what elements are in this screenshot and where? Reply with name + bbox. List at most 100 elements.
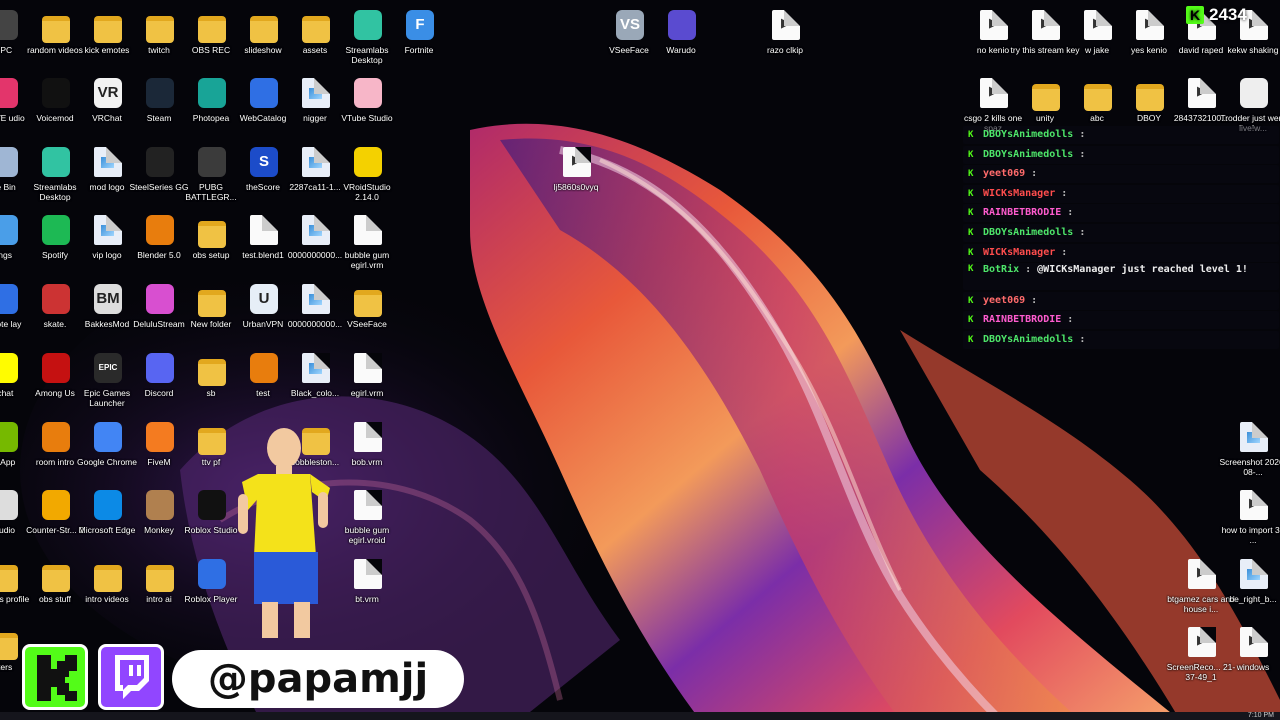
taskbar-clock[interactable]: 7:10 PM [1248,712,1274,720]
app-icon [146,215,174,245]
chat-message: K DBOYsAnimedolls: [963,126,1279,144]
folder-icon [302,16,330,43]
app-icon [354,10,382,40]
app-icon [146,78,174,108]
desktop-icon[interactable]: VTube Studio [334,74,400,140]
desktop-icon-label: VTube Studio [341,113,393,123]
folder-icon [42,16,70,43]
chat-separator: : [1079,148,1086,160]
file-icon [354,490,382,520]
app-icon [250,78,278,108]
desktop-icon-label: bubble gum egirl.vroid [344,525,390,545]
folder-icon [198,290,226,317]
taskbar[interactable]: 7:10 PM [0,712,1280,720]
chat-message: K DBOYsAnimedolls: [963,223,1279,242]
folder-icon [94,565,122,592]
file-icon [354,422,382,452]
folder-icon [198,221,226,248]
chat-separator: : [1025,264,1032,276]
folder-icon [0,633,18,660]
app-icon [146,147,174,177]
chat-separator: : [1061,187,1068,199]
desktop-icon[interactable]: Roblox Studio [178,486,244,552]
social-handle-text: @papamjj [207,656,429,702]
chat-username: DBOYsAnimedolls [983,148,1074,160]
desktop-icon-label: Warudo [666,45,696,55]
app-icon [146,490,174,520]
desktop-icon[interactable]: razo clkip [752,6,818,72]
folder-icon [1032,84,1060,111]
desktop-icon[interactable]: egirl.vrm [334,349,400,415]
chat-message: K WICKsManager: [963,243,1279,262]
app-icon: S [250,147,278,177]
chat-message: Kyeet069: [963,291,1279,310]
desktop-icon[interactable]: ttv pf [178,418,244,484]
video-file-icon [563,147,591,177]
desktop-icon[interactable]: F Fortnite [386,6,452,72]
app-icon [42,284,70,314]
desktop-icon[interactable]: Screenshot 2026-08-... [1219,418,1280,484]
video-file-icon [1188,627,1216,657]
kick-badge-icon: K [968,188,974,199]
file-icon [354,353,382,383]
app-icon: VS [616,10,644,40]
image-file-icon [94,215,122,245]
folder-icon [354,290,382,317]
chat-username: yeet069 [983,294,1026,306]
chat-username: RAINBETBRODIE [983,207,1062,219]
folder-icon [1136,84,1164,111]
folder-icon [42,565,70,592]
desktop-icon[interactable]: windows [1220,623,1280,689]
desktop-icon[interactable]: bubble gum egirl.vrm [334,211,400,277]
kick-badge-icon: K [968,315,974,326]
kick-badge-icon: K [968,247,974,258]
desktop-icon-label: bubble gum egirl.vrm [344,250,390,270]
chat-username: DBOYsAnimedolls [983,226,1074,238]
desktop-icon[interactable]: VSeeFace [334,280,400,346]
desktop-icon[interactable]: lj5860s0vyq [543,143,609,209]
video-file-icon [1136,10,1164,40]
chat-username: RAINBETBRODIE [983,314,1062,326]
desktop-icon[interactable]: Roblox Player [178,555,244,621]
desktop-icon-label: bt.vrm [355,594,379,604]
app-icon [198,78,226,108]
kick-badge-icon: K [968,264,974,275]
desktop-icon[interactable]: VRoidStudio 2.14.0 [334,143,400,209]
app-icon [354,147,382,177]
kick-badge-icon: K [968,130,974,140]
chat-separator: : [1061,246,1068,258]
app-icon [42,78,70,108]
chat-separator: : [1079,129,1086,140]
desktop-icon-label: Screenshot 2026-08-... [1219,457,1280,477]
video-file-icon [1240,627,1268,657]
video-file-icon [1188,78,1216,108]
chat-message: Kyeet069: [963,165,1279,184]
folder-icon [146,565,174,592]
image-file-icon [302,78,330,108]
folder-icon [94,16,122,43]
app-icon [0,353,18,383]
desktop-icon[interactable]: be_right_b... [1220,555,1280,621]
video-file-icon [980,78,1008,108]
app-icon: EPIC [94,353,122,383]
kick-badge-icon: K [968,169,974,180]
desktop-icon[interactable]: bt.vrm [334,555,400,621]
viewer-count: 2434 [1209,5,1247,24]
chat-message: K RAINBETBRODIE: [963,311,1279,330]
app-icon [0,78,18,108]
desktop-icon[interactable]: Warudo [648,6,714,72]
desktop-icon[interactable]: how to import 3d ... [1220,486,1280,552]
video-file-icon [1032,10,1060,40]
desktop-icon[interactable]: bubble gum egirl.vroid [334,486,400,552]
app-icon: U [250,284,278,314]
app-icon [146,422,174,452]
chat-separator: : [1079,333,1086,345]
desktop-icon[interactable]: bob.vrm [334,418,400,484]
desktop-icon-label: razo clkip [767,45,803,55]
folder-icon [146,16,174,43]
image-file-icon [1240,559,1268,589]
folder-icon [250,16,278,43]
app-icon [0,490,18,520]
app-icon [42,147,70,177]
app-icon [250,353,278,383]
